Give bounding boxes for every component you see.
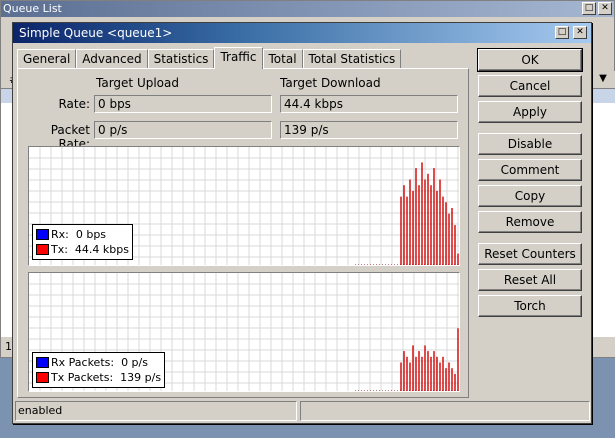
reset-all-counters-button[interactable]: Reset All Counters [478, 269, 582, 307]
queue-list-titlebar: Queue List □ ✕ [1, 1, 614, 17]
tab-advanced[interactable]: Advanced [76, 49, 148, 69]
tab-statistics[interactable]: Statistics [147, 49, 215, 69]
dialog-statusbar: enabled [15, 401, 591, 421]
cancel-button[interactable]: Cancel [478, 75, 582, 97]
remove-button[interactable]: Remove [478, 211, 582, 233]
legend-tx-packets: Tx Packets: 139 p/s [36, 370, 161, 385]
close-icon[interactable]: ✕ [573, 26, 587, 39]
traffic-panel: Target Upload Target Download Rate: 0 bp… [17, 68, 469, 398]
tab-total[interactable]: Total [262, 49, 303, 69]
rate-graph: Rx: 0 bps Tx: 44.4 kbps [28, 146, 460, 266]
ok-button[interactable]: OK [477, 48, 583, 72]
rate-label: Rate: [58, 97, 90, 111]
copy-button[interactable]: Copy [478, 185, 582, 207]
legend-rx-label: Rx: 0 bps [51, 228, 107, 241]
status-extra [300, 401, 590, 421]
legend-tx-swatch [36, 244, 49, 255]
packet-rate-upload-field: 0 p/s [94, 121, 272, 139]
tab-total-statistics[interactable]: Total Statistics [302, 49, 402, 69]
legend-rx: Rx: 0 bps [36, 227, 129, 242]
status-state: enabled [15, 401, 297, 421]
comment-button[interactable]: Comment [478, 159, 582, 181]
legend-rx-packets-label: Rx Packets: 0 p/s [51, 356, 148, 369]
legend-rx-packets-swatch [36, 357, 49, 368]
rate-download-field: 44.4 kbps [280, 95, 458, 113]
tab-bar: General Advanced Statistics Traffic Tota… [17, 47, 402, 69]
disable-button[interactable]: Disable [478, 133, 582, 155]
tab-general[interactable]: General [17, 49, 77, 69]
legend-tx-packets-label: Tx Packets: 139 p/s [51, 371, 162, 384]
queue-list-title: Queue List [3, 2, 62, 15]
target-download-header: Target Download [280, 76, 381, 90]
dialog-titlebar[interactable]: Simple Queue <queue1> □ ✕ [13, 23, 591, 43]
packets-graph: Rx Packets: 0 p/s Tx Packets: 139 p/s [28, 272, 460, 392]
torch-button[interactable]: Torch [478, 295, 582, 317]
reset-counters-button[interactable]: Reset Counters [478, 243, 582, 265]
legend-rx-packets: Rx Packets: 0 p/s [36, 355, 161, 370]
legend-tx: Tx: 44.4 kbps [36, 242, 129, 257]
simple-queue-dialog: Simple Queue <queue1> □ ✕ General Advanc… [12, 22, 592, 424]
maximize-icon[interactable]: □ [582, 2, 596, 15]
close-icon[interactable]: ✕ [598, 2, 612, 15]
dropdown-arrow-icon[interactable]: ▼ [596, 73, 610, 87]
tab-traffic[interactable]: Traffic [214, 47, 263, 69]
packet-rate-download-field: 139 p/s [280, 121, 458, 139]
target-upload-header: Target Upload [96, 76, 179, 90]
maximize-icon[interactable]: □ [555, 26, 569, 39]
dialog-title: Simple Queue <queue1> [19, 26, 173, 40]
rate-upload-field: 0 bps [94, 95, 272, 113]
legend-tx-label: Tx: 44.4 kbps [51, 243, 129, 256]
legend-tx-packets-swatch [36, 372, 49, 383]
rate-graph-legend: Rx: 0 bps Tx: 44.4 kbps [32, 224, 133, 260]
legend-rx-swatch [36, 229, 49, 240]
apply-button[interactable]: Apply [478, 101, 582, 123]
packets-graph-legend: Rx Packets: 0 p/s Tx Packets: 139 p/s [32, 352, 166, 388]
